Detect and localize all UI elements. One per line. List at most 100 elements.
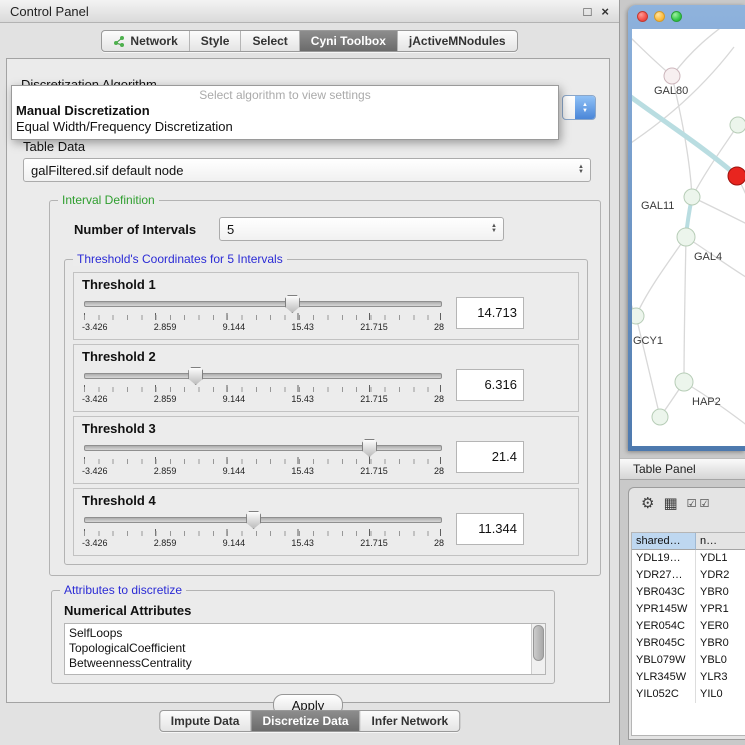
top-tabbar: Network Style Select Cyni Toolbox jActiv… (0, 23, 619, 59)
slider-ticks (84, 529, 442, 536)
tab-style[interactable]: Style (189, 31, 241, 51)
node-label: HAP2 (692, 396, 721, 408)
table-row[interactable]: YPR145W YPR1 (632, 601, 745, 618)
threshold-4-slider[interactable]: -3.426 2.859 9.144 15.43 21.715 28 (82, 510, 444, 552)
list-item[interactable]: BetweennessCentrality (69, 656, 531, 671)
network-node (677, 228, 695, 246)
option-manual-discretization[interactable]: Manual Discretization (12, 103, 558, 119)
algorithm-placeholder: Select algorithm to view settings (12, 88, 558, 103)
select-checkbox-icon[interactable]: ☑ (700, 497, 711, 510)
cyni-toolbox-panel: Discretization Algorithm ▲▼ Select algor… (6, 58, 610, 703)
interval-definition-group: Interval Definition Number of Intervals … (49, 200, 601, 576)
table-row[interactable]: YBR043C YBR0 (632, 584, 745, 601)
tab-cyni-toolbox[interactable]: Cyni Toolbox (299, 31, 397, 51)
select-checkbox-icon[interactable]: ☑ (687, 497, 698, 510)
slider-ticks (84, 457, 442, 464)
column-header-name[interactable]: n… (696, 533, 745, 550)
table-data-combo[interactable]: galFiltered.sif default node ▲▼ (23, 158, 591, 182)
list-item[interactable]: SelfLoops (69, 626, 531, 641)
list-scrollbar-thumb[interactable] (533, 625, 544, 661)
combo-arrows-icon: ▲▼ (491, 224, 497, 234)
number-of-intervals-value: 5 (227, 222, 491, 237)
window-controls (637, 11, 682, 22)
attributes-group: Attributes to discretize Numerical Attri… (51, 590, 555, 684)
threshold-3-slider[interactable]: -3.426 2.859 9.144 15.43 21.715 28 (82, 438, 444, 480)
control-panel-window: Control Panel □ × (0, 0, 620, 745)
slider-track (84, 517, 442, 523)
slider-track (84, 445, 442, 451)
tab-jactivemnodules[interactable]: jActiveMNodules (397, 31, 517, 51)
threshold-box-3: Threshold 3 -3.426 2.859 9.144 1 (73, 416, 579, 484)
network-highlight-edges (632, 89, 737, 237)
float-window-icon[interactable]: □ (584, 4, 592, 19)
slider-track (84, 301, 442, 307)
table-row[interactable]: YLR345W YLR3 (632, 669, 745, 686)
network-node (684, 189, 700, 205)
bottom-tabbar: Impute Data Discretize Data Infer Networ… (159, 710, 460, 732)
table-row[interactable]: YER054C YER0 (632, 618, 745, 635)
slider-scale: -3.426 2.859 9.144 15.43 21.715 28 (82, 394, 444, 404)
node-label: GCY1 (633, 335, 663, 347)
interval-definition-title: Interval Definition (58, 193, 159, 207)
algorithm-combo[interactable]: ▲▼ (562, 95, 596, 120)
threshold-1-value[interactable]: 14.713 (456, 297, 524, 329)
numerical-attributes-list: SelfLoops TopologicalCoefficient Between… (64, 623, 546, 675)
number-of-intervals-label: Number of Intervals (74, 222, 219, 237)
table-panel-toolbar: ⚙ ▦ ☑ ☑ (629, 488, 745, 518)
close-icon[interactable]: × (601, 4, 609, 19)
top-tabs: Network Style Select Cyni Toolbox jActiv… (101, 30, 517, 52)
threshold-1-slider[interactable]: -3.426 2.859 9.144 15.43 21.715 28 (82, 294, 444, 336)
threshold-box-2: Threshold 2 -3.426 2.859 9.144 1 (73, 344, 579, 412)
threshold-4-value[interactable]: 11.344 (456, 513, 524, 545)
list-item[interactable]: TopologicalCoefficient (69, 641, 531, 656)
threshold-2-value[interactable]: 6.316 (456, 369, 524, 401)
gear-icon[interactable]: ⚙ (641, 496, 654, 511)
network-node (730, 117, 745, 133)
table-row[interactable]: YBL079W YBL0 (632, 652, 745, 669)
threshold-3-value[interactable]: 21.4 (456, 441, 524, 473)
number-of-intervals-combo[interactable]: 5 ▲▼ (219, 217, 504, 241)
slider-thumb[interactable] (188, 367, 203, 385)
tab-infer-network[interactable]: Infer Network (360, 711, 460, 731)
slider-thumb[interactable] (285, 295, 300, 313)
tab-discretize-data[interactable]: Discretize Data (250, 711, 359, 731)
thresholds-group-title: Threshold's Coordinates for 5 Intervals (73, 252, 287, 266)
slider-track (84, 373, 442, 379)
minimize-traffic-light-icon[interactable] (654, 11, 665, 22)
table-row[interactable]: YDL19… YDL1 (632, 550, 745, 567)
slider-scale: -3.426 2.859 9.144 15.43 21.715 28 (82, 466, 444, 476)
table-panel-title: Table Panel (633, 462, 696, 476)
list-scrollbar[interactable] (531, 624, 545, 674)
number-of-intervals-row: Number of Intervals 5 ▲▼ (74, 217, 600, 241)
network-view-window: GAL80 GAL11 GAL4 GCY1 HAP2 (628, 5, 745, 451)
network-node (675, 373, 693, 391)
tab-impute-data[interactable]: Impute Data (160, 711, 251, 731)
window-title: Control Panel (10, 4, 89, 19)
network-canvas[interactable]: GAL80 GAL11 GAL4 GCY1 HAP2 (632, 29, 745, 446)
table-panel-header: Table Panel (620, 458, 745, 480)
control-panel-titlebar: Control Panel □ × (0, 0, 619, 23)
slider-scale: -3.426 2.859 9.144 15.43 21.715 28 (82, 322, 444, 332)
numerical-attributes-label: Numerical Attributes (64, 603, 554, 618)
table-panel-window: ⚙ ▦ ☑ ☑ shared… n… YDL19… YDL1 YDR27… YD… (628, 487, 745, 740)
slider-thumb[interactable] (246, 511, 261, 529)
network-node (632, 308, 644, 324)
discretization-algorithm-group: Discretization Algorithm ▲▼ Select algor… (13, 65, 603, 139)
close-traffic-light-icon[interactable] (637, 11, 648, 22)
option-equal-width-frequency[interactable]: Equal Width/Frequency Discretization (12, 119, 558, 135)
table-row[interactable]: YDR27… YDR2 (632, 567, 745, 584)
thresholds-group: Threshold's Coordinates for 5 Intervals … (64, 259, 588, 565)
zoom-traffic-light-icon[interactable] (671, 11, 682, 22)
columns-icon[interactable]: ▦ (663, 496, 677, 511)
table-row[interactable]: YBR045C YBR0 (632, 635, 745, 652)
slider-thumb[interactable] (362, 439, 377, 457)
table-row[interactable]: YIL052C YIL0 (632, 686, 745, 703)
tab-select[interactable]: Select (240, 31, 298, 51)
table-header-row: shared… n… (632, 533, 745, 550)
tab-network[interactable]: Network (102, 31, 188, 51)
combo-arrows-icon: ▲▼ (578, 165, 584, 175)
column-header-shared-name[interactable]: shared… (632, 533, 696, 550)
network-node (652, 409, 668, 425)
slider-scale: -3.426 2.859 9.144 15.43 21.715 28 (82, 538, 444, 548)
threshold-2-slider[interactable]: -3.426 2.859 9.144 15.43 21.715 28 (82, 366, 444, 408)
